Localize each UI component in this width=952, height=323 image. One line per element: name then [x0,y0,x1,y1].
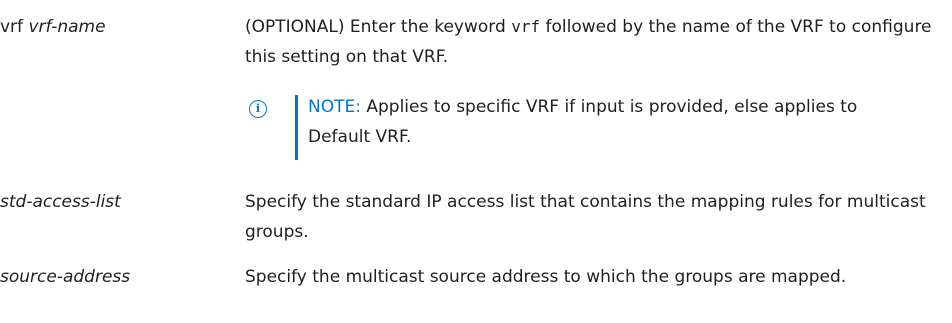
note-body: Applies to specific VRF if input is prov… [308,97,858,147]
param-description-std-access-list: Specify the standard IP access list that… [245,192,926,242]
param-term-vrf: vrf vrf-name [0,12,240,42]
param-description-vrf: (OPTIONAL) Enter the keyword vrf followe… [245,12,945,72]
desc-code-keyword: vrf [511,17,541,36]
param-term-source-address: source-address [0,267,131,287]
note-label: NOTE: [308,97,361,117]
note-text: NOTE: Applies to specific VRF if input i… [308,92,908,152]
note-callout: i NOTE: Applies to specific VRF if input… [245,92,945,172]
note-divider [295,95,298,160]
desc-text-before: (OPTIONAL) Enter the keyword [245,17,512,37]
term-keyword: vrf [0,17,24,37]
info-icon: i [249,100,267,118]
param-description-source-address: Specify the multicast source address to … [245,267,847,287]
term-name: vrf-name [28,17,106,37]
param-term-std-access-list: std-access-list [0,192,121,212]
